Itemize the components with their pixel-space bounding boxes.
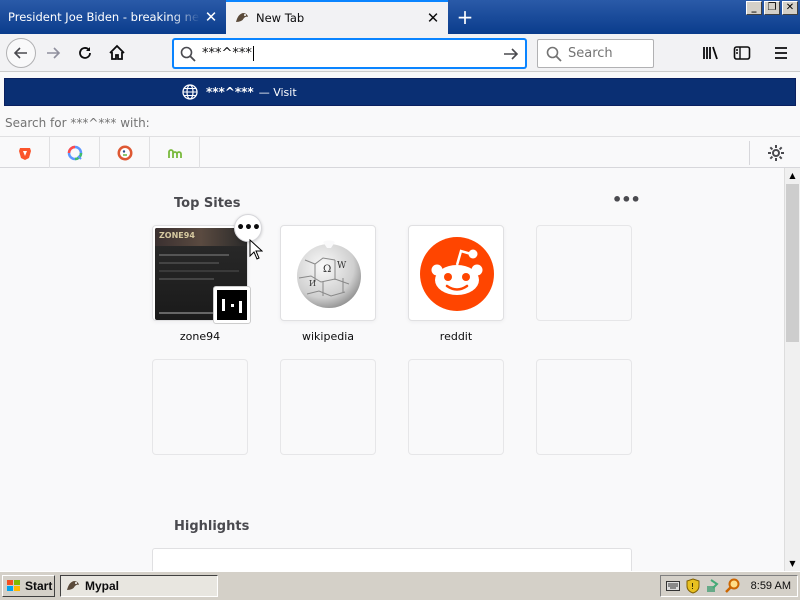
go-arrow-icon [504,47,519,60]
globe-icon [182,84,198,100]
scroll-down-arrow-icon[interactable]: ▼ [785,556,800,571]
qwant-search-button[interactable] [50,136,100,169]
sidebar-button[interactable] [727,38,757,68]
search-tray-icon[interactable] [725,578,741,594]
svg-text:W: W [337,261,347,271]
task-label: Mypal [85,579,120,593]
taskbar-clock: 8:59 AM [750,580,791,592]
nav-bar: ***^*** Search [0,34,800,72]
forward-arrow-icon [47,47,61,59]
duckduckgo-icon [117,145,132,160]
forward-button[interactable] [38,38,68,68]
title-bar: President Joe Biden - breaking news, v ✕… [0,0,800,34]
keyboard-icon[interactable] [665,578,681,594]
home-icon [109,44,125,60]
restore-button[interactable]: ❐ [764,1,780,15]
divider [749,141,750,165]
url-input-value[interactable]: ***^*** [202,46,252,61]
minimize-button[interactable]: _ [746,1,762,15]
close-window-button[interactable]: ✕ [782,1,798,15]
mojeek-icon [167,148,182,158]
search-settings-button[interactable] [766,143,786,163]
search-placeholder: Search [568,46,613,61]
system-tray: ! 8:59 AM [660,575,798,597]
zone94-logo: ZONE94 [159,231,195,240]
url-bar[interactable]: ***^*** [173,39,526,68]
top-site-tile-empty [536,225,632,321]
top-site-tile-empty [152,359,248,455]
go-button[interactable] [497,46,525,62]
highlights-card [152,548,632,571]
top-site-tile-wikipedia[interactable]: Ω W И [280,225,376,321]
tab-new-tab[interactable]: New Tab ✕ [226,0,448,34]
home-button[interactable] [102,38,132,68]
svg-text:!: ! [691,582,694,591]
scroll-thumb[interactable] [786,184,799,342]
one-off-search-engines [0,136,800,169]
mypal-favicon-icon [236,13,248,22]
taskbar: Start Mypal ! 8:59 AM [0,571,800,600]
qwant-icon [67,145,82,160]
tab-title: New Tab [256,11,305,25]
zone94-favicon [213,286,251,324]
windows-logo-icon [7,580,20,591]
mojeek-search-button[interactable] [150,136,200,169]
top-site-tile-empty [280,359,376,455]
reload-button[interactable] [70,38,100,68]
duckduckgo-search-button[interactable] [100,136,150,169]
library-button[interactable] [696,38,726,68]
new-tab-button[interactable]: + [452,5,478,29]
top-sites-heading: Top Sites [174,196,241,211]
svg-text:И: И [309,279,316,288]
brave-search-button[interactable] [0,136,50,169]
search-icon [180,46,196,62]
reload-icon [79,47,91,59]
search-bar[interactable]: Search [537,39,654,68]
tile-context-menu-button[interactable]: ••• [234,214,262,242]
top-site-label: wikipedia [301,330,354,343]
back-arrow-icon [13,47,27,59]
close-tab-icon[interactable]: ✕ [200,6,222,28]
network-icon[interactable] [705,578,721,594]
tab-title: President Joe Biden - breaking news, v [8,10,200,24]
scroll-up-arrow-icon[interactable]: ▲ [785,168,800,183]
new-tab-content: Top Sites ••• ZONE94 zone94 ••• Ω W И wi… [0,168,784,571]
close-tab-icon[interactable]: ✕ [422,7,444,29]
library-icon [703,46,718,60]
security-shield-icon[interactable]: ! [685,578,701,594]
tab-biden-news[interactable]: President Joe Biden - breaking news, v ✕ [0,0,226,34]
start-label: Start [25,579,53,593]
top-site-tile-empty [536,359,632,455]
top-sites-more-button[interactable]: ••• [612,192,641,208]
url-dropdown: ***^*** — Visit Search for ***^*** with: [0,72,800,169]
top-site-tile-zone94[interactable]: ZONE94 [152,225,251,324]
top-site-label: zone94 [179,330,221,343]
wikipedia-globe-icon: Ω W И [297,240,361,308]
page-scrollbar[interactable]: ▲ ▼ [784,168,800,571]
taskbar-item-mypal[interactable]: Mypal [60,575,218,597]
menu-button[interactable] [766,38,796,68]
top-site-tile-reddit[interactable] [408,225,504,321]
start-button[interactable]: Start [2,575,55,597]
mouse-cursor-icon [249,239,263,260]
top-site-tile-empty [408,359,504,455]
sidebar-icon [733,46,751,60]
hamburger-menu-icon [775,47,787,59]
reddit-icon [420,237,494,311]
search-for-label: Search for ***^*** with: [5,116,150,130]
back-button[interactable] [6,38,36,68]
svg-text:Ω: Ω [323,264,331,275]
brave-icon [18,147,31,160]
dropdown-result-visit[interactable]: ***^*** — Visit [4,78,796,106]
result-action: — Visit [258,85,297,99]
result-text: ***^*** [206,85,254,99]
gear-icon [768,145,784,161]
text-cursor [252,46,254,61]
top-site-label: reddit [439,330,473,343]
search-icon [546,46,562,62]
mypal-icon [67,581,79,590]
window-controls: _ ❐ ✕ [746,1,798,15]
highlights-heading: Highlights [174,519,250,534]
